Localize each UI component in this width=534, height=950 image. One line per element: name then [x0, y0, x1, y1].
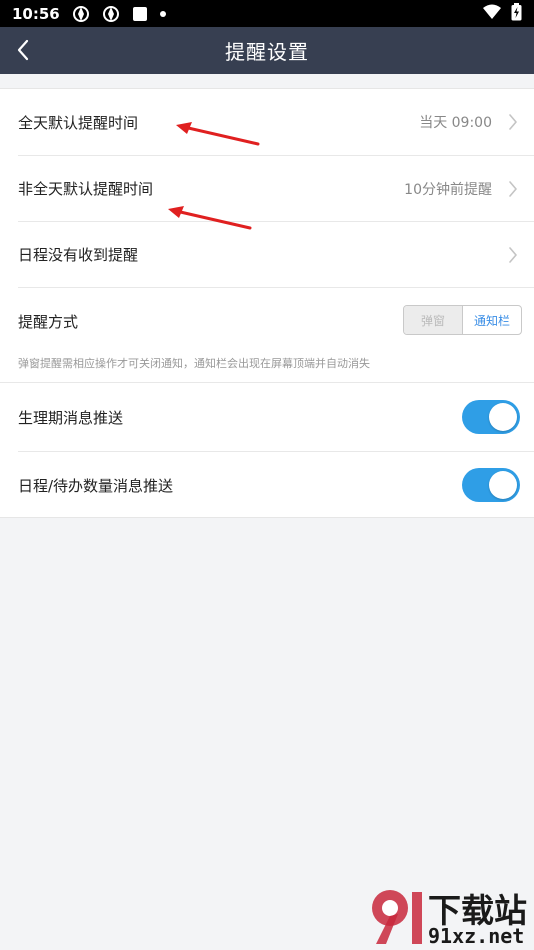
- watermark-domain: 91xz.net: [428, 924, 525, 948]
- settings-card: 全天默认提醒时间 当天 09:00 非全天默认提醒时间 10分钟前提醒 日程没有…: [0, 88, 534, 518]
- allday-reminder-row[interactable]: 全天默认提醒时间 当天 09:00: [0, 89, 534, 155]
- nonallday-reminder-label: 非全天默认提醒时间: [18, 180, 154, 198]
- reminder-method-label: 提醒方式: [18, 312, 79, 331]
- allday-reminder-label: 全天默认提醒时间: [18, 113, 139, 132]
- method-option-notification-bar[interactable]: 通知栏: [463, 306, 521, 334]
- todo-push-label: 日程/待办数量消息推送: [18, 476, 174, 495]
- annotation-arrow-icon: [168, 206, 252, 230]
- todo-push-row: 日程/待办数量消息推送: [0, 452, 534, 518]
- app-notification-icon-2: [102, 5, 120, 23]
- todo-push-toggle[interactable]: [462, 468, 520, 502]
- toggle-knob: [489, 471, 517, 499]
- page-title: 提醒设置: [225, 40, 309, 64]
- watermark-logo: 下载站 91xz.net: [368, 886, 528, 948]
- chevron-right-icon: [506, 246, 520, 264]
- battery-charging-icon: [511, 2, 522, 25]
- chevron-left-icon: [17, 39, 29, 61]
- method-option-popup[interactable]: 弹窗: [404, 306, 463, 334]
- chevron-right-icon: [506, 113, 520, 131]
- nav-bar: 提醒设置: [0, 27, 534, 74]
- top-spacer: [0, 74, 534, 88]
- period-push-toggle[interactable]: [462, 400, 520, 434]
- status-time: 10:56: [12, 4, 60, 23]
- status-bar: 10:56: [0, 0, 534, 27]
- square-notification-icon: [132, 6, 148, 22]
- reminder-method-segmented-control: 弹窗 通知栏: [403, 305, 522, 335]
- toggle-knob: [489, 403, 517, 431]
- annotation-arrow-icon: [176, 122, 260, 146]
- nonallday-reminder-value: 10分钟前提醒: [404, 181, 492, 198]
- back-button[interactable]: [10, 37, 36, 63]
- app-notification-icon: [72, 5, 90, 23]
- reminder-method-hint: 弹窗提醒需相应操作才可关闭通知，通知栏会出现在屏幕顶端并自动消失: [18, 357, 370, 370]
- nonallday-reminder-row[interactable]: 非全天默认提醒时间 10分钟前提醒: [0, 156, 534, 221]
- dot-icon: [159, 10, 166, 17]
- chevron-right-icon: [506, 180, 520, 198]
- no-reminder-row[interactable]: 日程没有收到提醒: [0, 222, 534, 287]
- period-push-label: 生理期消息推送: [18, 408, 124, 427]
- no-reminder-label: 日程没有收到提醒: [18, 246, 139, 264]
- period-push-row: 生理期消息推送: [0, 383, 534, 451]
- wifi-icon: [483, 4, 501, 24]
- allday-reminder-value: 当天 09:00: [419, 115, 492, 131]
